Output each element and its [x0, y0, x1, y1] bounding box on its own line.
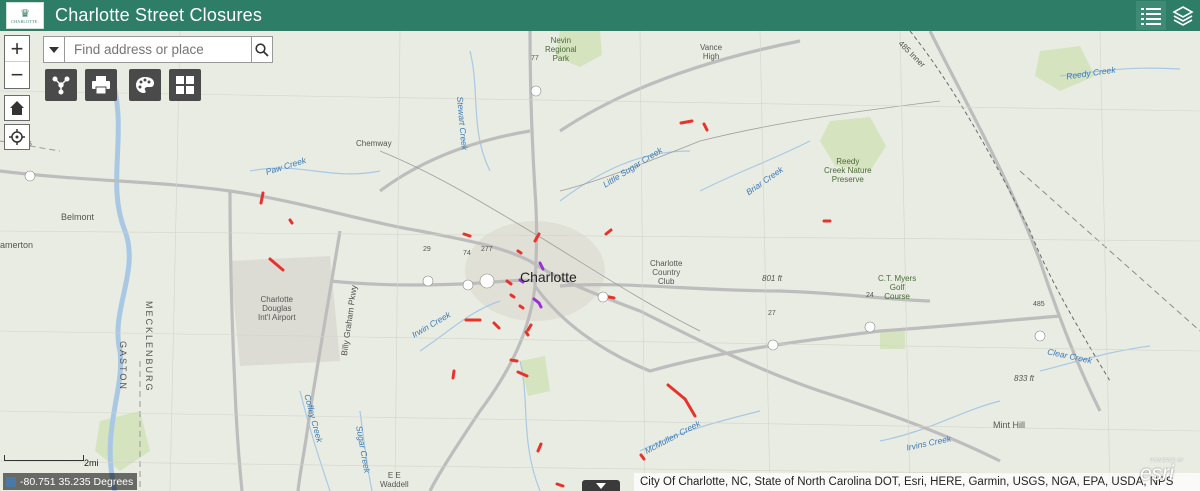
map-label-charlotte: Charlotte — [520, 269, 577, 285]
search-button[interactable] — [251, 37, 272, 62]
zoom-out-button[interactable]: − — [5, 62, 29, 88]
share-icon — [52, 76, 70, 95]
print-button[interactable] — [85, 69, 117, 101]
map-label-vance-high: Vance High — [700, 43, 723, 61]
shield-77: 77 — [531, 55, 539, 62]
map-label-gaston: GASTON — [118, 341, 128, 391]
map-label-mecklenburg: MECKLENBURG — [144, 301, 154, 393]
search-box — [43, 36, 273, 63]
zoom-in-button[interactable]: + — [5, 36, 29, 62]
coordinates-icon — [6, 476, 16, 487]
shield-485: 485 — [1033, 301, 1045, 308]
legend-button[interactable] — [1136, 1, 1166, 30]
logo-text: CHARLOTTE. — [11, 18, 39, 24]
search-icon — [255, 42, 269, 57]
map-label-mint-hill: Mint Hill — [993, 420, 1026, 430]
shield-29: 29 — [423, 246, 431, 253]
app-header: ♛ CHARLOTTE. Charlotte Street Closures — [0, 0, 1200, 31]
home-icon — [10, 101, 24, 115]
shield-27: 27 — [768, 310, 776, 317]
caret-down-icon — [49, 46, 59, 53]
grid-icon — [176, 76, 194, 94]
coordinate-text: -80.751 35.235 Degrees — [20, 475, 134, 488]
printer-icon — [92, 76, 110, 94]
search-input[interactable] — [65, 37, 251, 62]
map-attribution: City Of Charlotte, NC, State of North Ca… — [634, 473, 1200, 491]
scale-bar: 2mi — [4, 455, 99, 468]
basemap-gallery-button[interactable] — [169, 69, 201, 101]
search-source-dropdown[interactable] — [44, 37, 65, 62]
app-title: Charlotte Street Closures — [55, 5, 263, 25]
shield-74: 74 — [463, 250, 471, 257]
zoom-control: + − — [4, 35, 30, 89]
map-label-elev-833: 833 ft — [1014, 374, 1035, 383]
layers-stack-icon — [1172, 5, 1194, 26]
locate-icon — [9, 129, 25, 145]
map-label-reedy-preserve: Reedy Creek Nature Preserve — [824, 157, 872, 184]
shield-277: 277 — [481, 246, 493, 253]
share-button[interactable] — [45, 69, 77, 101]
coordinate-readout[interactable]: -80.751 35.235 Degrees — [3, 473, 138, 490]
map-label-country-club: Charlotte Country Club — [650, 259, 683, 286]
map-label-ct-myers: C.T. Myers Golf Course — [878, 274, 917, 301]
home-button[interactable] — [4, 95, 30, 121]
map-label-amerton: amerton — [0, 240, 34, 250]
scale-bar-line — [4, 455, 84, 461]
panel-toggle-button[interactable] — [582, 480, 620, 491]
map-label-chemway: Chemway — [356, 139, 392, 148]
map-label-elev-801: 801 ft — [762, 274, 783, 283]
crown-icon: ♛ — [20, 6, 30, 20]
palette-icon — [136, 77, 154, 93]
caret-down-icon — [596, 482, 606, 489]
basemap-button[interactable] — [129, 69, 161, 101]
city-logo: ♛ CHARLOTTE. — [6, 2, 44, 29]
legend-list-icon — [1141, 7, 1161, 25]
shield-24: 24 — [866, 292, 874, 299]
map-label-belmont: Belmont — [61, 212, 95, 222]
map-label-airport: Charlotte Douglas Int'l Airport — [258, 295, 296, 322]
esri-logo[interactable]: esri — [1140, 462, 1174, 486]
map-label-ee-waddell: E E Waddell — [380, 471, 409, 489]
layers-button[interactable] — [1168, 1, 1198, 30]
scale-label: 2mi — [84, 458, 99, 468]
locate-button[interactable] — [4, 124, 30, 150]
map-label-nevin-park: Nevin Regional Park — [545, 36, 577, 63]
